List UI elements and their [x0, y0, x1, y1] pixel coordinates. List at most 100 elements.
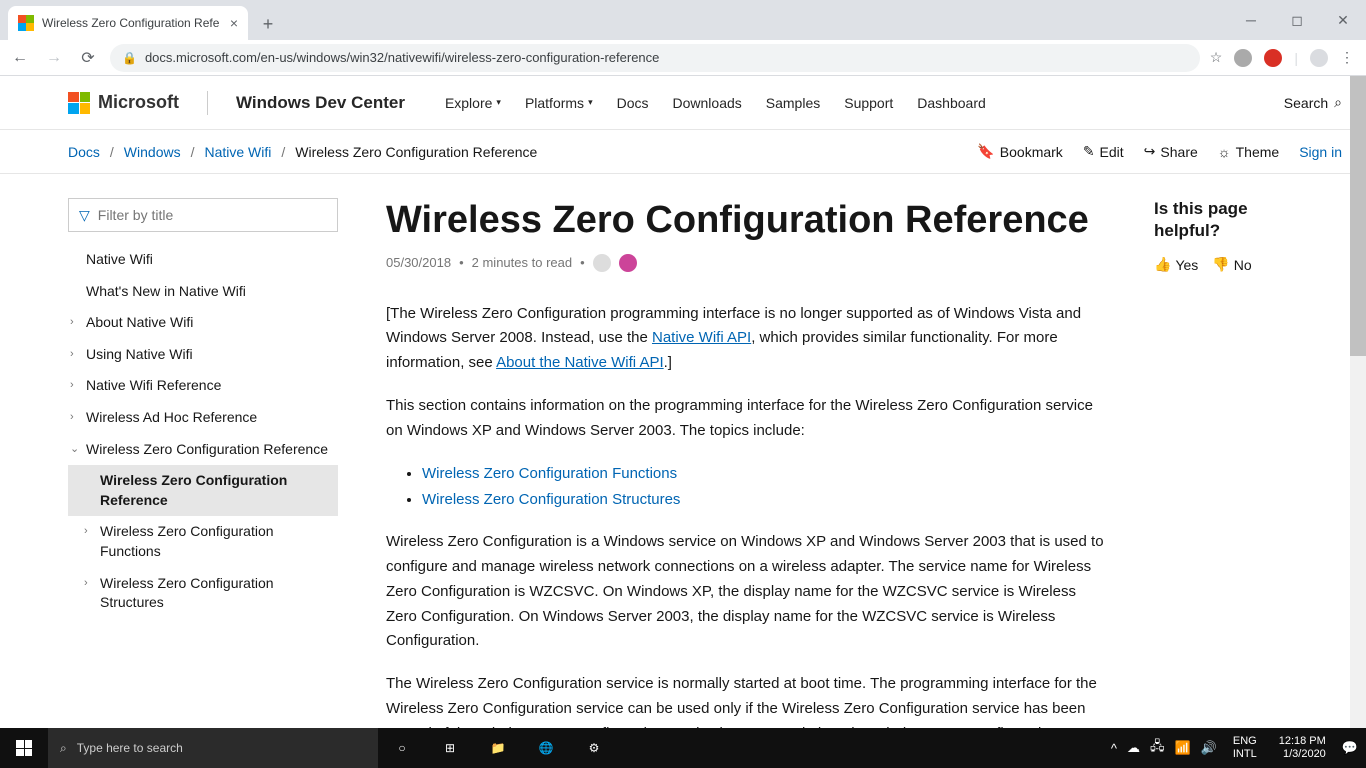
- app-icon[interactable]: ⚙: [570, 728, 618, 768]
- wifi-icon[interactable]: 📶: [1175, 740, 1191, 756]
- microsoft-logo[interactable]: Microsoft: [68, 92, 179, 114]
- star-icon[interactable]: ☆: [1210, 49, 1223, 66]
- site-title[interactable]: Windows Dev Center: [236, 93, 405, 113]
- link-native-wifi-api[interactable]: Native Wifi API: [652, 329, 751, 346]
- article: Wireless Zero Configuration Reference 05…: [386, 198, 1106, 728]
- url-text: docs.microsoft.com/en-us/windows/win32/n…: [145, 50, 659, 65]
- new-tab-button[interactable]: +: [254, 10, 282, 38]
- scrollbar[interactable]: [1350, 76, 1366, 728]
- nav-sub-wzc-structures[interactable]: ›Wireless Zero Configuration Structures: [68, 568, 338, 619]
- close-tab-icon[interactable]: ×: [230, 15, 238, 31]
- page-title: Wireless Zero Configuration Reference: [386, 198, 1106, 244]
- nav-item-whats-new[interactable]: What's New in Native Wifi: [68, 276, 338, 308]
- tray-chevron-icon[interactable]: ^: [1111, 741, 1117, 756]
- crumb-windows[interactable]: Windows: [124, 144, 181, 160]
- filter-box[interactable]: ▽: [68, 198, 338, 232]
- contributor-avatar[interactable]: [619, 254, 637, 272]
- crumb-docs[interactable]: Docs: [68, 144, 100, 160]
- clock[interactable]: 12:18 PM1/3/2020: [1273, 735, 1332, 761]
- left-nav: ▽ Native Wifi What's New in Native Wifi …: [68, 198, 338, 728]
- divider: [207, 91, 208, 115]
- feedback-yes[interactable]: 👍Yes: [1154, 256, 1198, 273]
- chevron-right-icon: ›: [70, 410, 74, 425]
- feedback-no[interactable]: 👎No: [1212, 256, 1251, 273]
- taskbar-search[interactable]: ⌕ Type here to search: [48, 728, 378, 768]
- nav-item-native-wifi[interactable]: Native Wifi: [68, 244, 338, 276]
- url-field[interactable]: 🔒 docs.microsoft.com/en-us/windows/win32…: [110, 44, 1200, 72]
- nav-samples[interactable]: Samples: [766, 95, 820, 111]
- paragraph: This section contains information on the…: [386, 394, 1106, 444]
- signin-link[interactable]: Sign in: [1299, 143, 1342, 160]
- explorer-icon[interactable]: 📁: [474, 728, 522, 768]
- back-button[interactable]: ←: [8, 46, 32, 70]
- feedback-title: Is this page helpful?: [1154, 198, 1314, 242]
- article-date: 05/30/2018: [386, 255, 451, 270]
- article-meta: 05/30/2018 • 2 minutes to read •: [386, 254, 1106, 272]
- nav-sub-wzc-ref[interactable]: Wireless Zero Configuration Reference: [68, 465, 338, 516]
- sun-icon: ☼: [1218, 144, 1231, 160]
- nav-item-using[interactable]: ›Using Native Wifi: [68, 339, 338, 371]
- filter-input[interactable]: [98, 207, 327, 223]
- nav-item-reference[interactable]: ›Native Wifi Reference: [68, 370, 338, 402]
- link-about-native-wifi[interactable]: About the Native Wifi API: [496, 354, 664, 371]
- nav-explore[interactable]: Explore▾: [445, 95, 501, 111]
- link-wzc-functions[interactable]: Wireless Zero Configuration Functions: [422, 465, 677, 482]
- cortana-icon[interactable]: ○: [378, 728, 426, 768]
- search-placeholder: Type here to search: [77, 741, 183, 755]
- close-window-button[interactable]: ✕: [1320, 0, 1366, 40]
- favicon-microsoft: [18, 15, 34, 31]
- link-wzc-structures[interactable]: Wireless Zero Configuration Structures: [422, 491, 680, 508]
- minimize-button[interactable]: ─: [1228, 0, 1274, 40]
- nav-platforms[interactable]: Platforms▾: [525, 95, 593, 111]
- menu-icon[interactable]: ⋮: [1340, 49, 1354, 66]
- extension-icon-2[interactable]: [1264, 49, 1282, 67]
- nav-docs[interactable]: Docs: [617, 95, 649, 111]
- chrome-icon[interactable]: 🌐: [522, 728, 570, 768]
- volume-icon[interactable]: 🔊: [1201, 740, 1217, 756]
- edit-button[interactable]: ✎Edit: [1083, 143, 1124, 160]
- notifications-icon[interactable]: 💬: [1342, 740, 1358, 756]
- maximize-button[interactable]: ◻: [1274, 0, 1320, 40]
- nav-sub-wzc-functions[interactable]: ›Wireless Zero Configuration Functions: [68, 516, 338, 567]
- profile-avatar[interactable]: [1310, 49, 1328, 67]
- search-icon: ⌕: [1334, 94, 1342, 111]
- read-time: 2 minutes to read: [472, 255, 572, 270]
- nav-item-adhoc[interactable]: ›Wireless Ad Hoc Reference: [68, 402, 338, 434]
- bookmark-button[interactable]: 🔖Bookmark: [977, 143, 1062, 160]
- crumb-current: Wireless Zero Configuration Reference: [295, 144, 537, 160]
- language-indicator[interactable]: ENGINTL: [1227, 735, 1263, 761]
- brand-text: Microsoft: [98, 92, 179, 113]
- crumb-native-wifi[interactable]: Native Wifi: [204, 144, 271, 160]
- search-label: Search: [1284, 95, 1328, 111]
- taskbar: ⌕ Type here to search ○ ⊞ 📁 🌐 ⚙ ^ ☁ 🖧 📶 …: [0, 728, 1366, 768]
- bookmark-icon: 🔖: [977, 143, 994, 160]
- start-button[interactable]: [0, 728, 48, 768]
- topic-list: Wireless Zero Configuration Functions Wi…: [422, 461, 1106, 512]
- browser-tab[interactable]: Wireless Zero Configuration Refe ×: [8, 6, 248, 40]
- thumbs-down-icon: 👎: [1212, 256, 1229, 273]
- share-button[interactable]: ↪Share: [1144, 143, 1198, 160]
- tab-strip: Wireless Zero Configuration Refe × + ─ ◻…: [0, 0, 1366, 40]
- share-icon: ↪: [1144, 143, 1156, 160]
- search-link[interactable]: Search ⌕: [1284, 94, 1342, 111]
- theme-button[interactable]: ☼Theme: [1218, 143, 1279, 160]
- nav-item-about[interactable]: ›About Native Wifi: [68, 307, 338, 339]
- right-rail: Is this page helpful? 👍Yes 👎No: [1154, 198, 1314, 728]
- chevron-right-icon: ›: [70, 378, 74, 393]
- contributor-avatar[interactable]: [593, 254, 611, 272]
- forward-button[interactable]: →: [42, 46, 66, 70]
- chevron-right-icon: ›: [70, 347, 74, 362]
- extension-icon[interactable]: [1234, 49, 1252, 67]
- site-header: Microsoft Windows Dev Center Explore▾ Pl…: [0, 76, 1366, 130]
- nav-dashboard[interactable]: Dashboard: [917, 95, 986, 111]
- reload-button[interactable]: ⟳: [76, 46, 100, 70]
- onedrive-icon[interactable]: ☁: [1127, 740, 1140, 756]
- nav-downloads[interactable]: Downloads: [673, 95, 742, 111]
- network-icon[interactable]: 🖧: [1150, 737, 1165, 759]
- nav-item-wzc[interactable]: ⌄Wireless Zero Configuration Reference: [68, 434, 338, 466]
- task-view-icon[interactable]: ⊞: [426, 728, 474, 768]
- chevron-right-icon: ›: [84, 576, 88, 591]
- nav-support[interactable]: Support: [844, 95, 893, 111]
- lock-icon: 🔒: [122, 51, 137, 65]
- address-bar: ← → ⟳ 🔒 docs.microsoft.com/en-us/windows…: [0, 40, 1366, 76]
